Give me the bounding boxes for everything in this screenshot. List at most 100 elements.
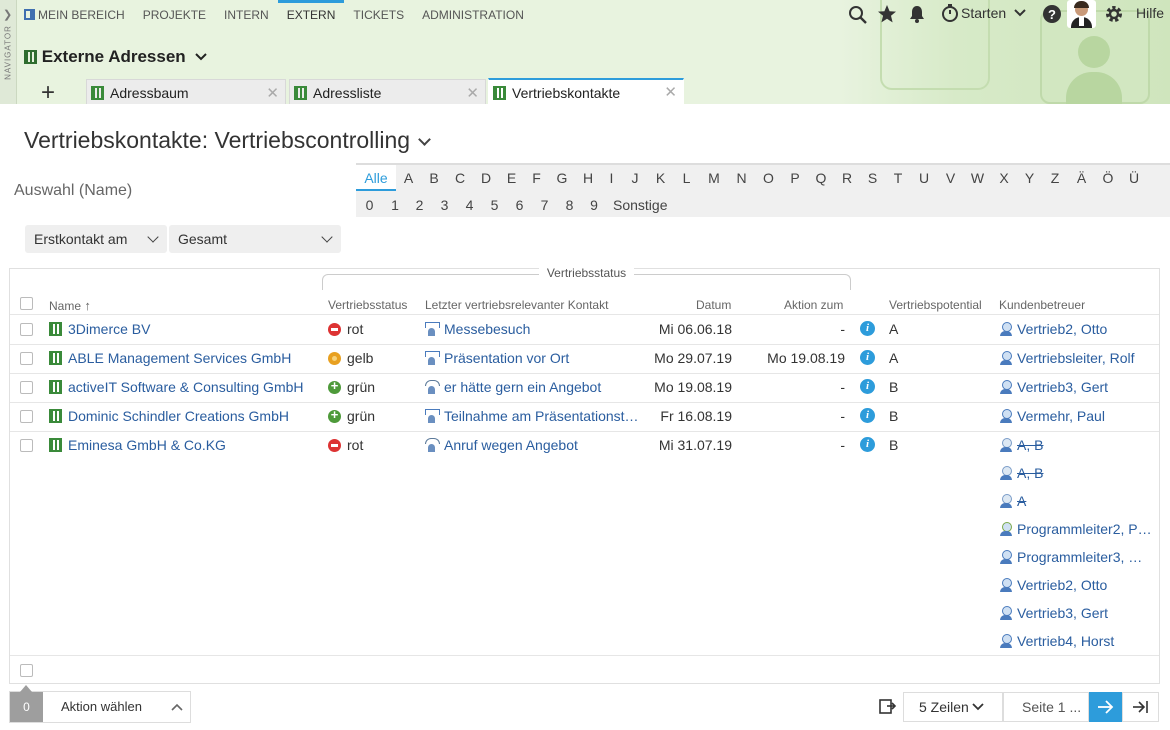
last-contact-cell[interactable]: Messebesuch <box>425 321 637 337</box>
account-manager-cell[interactable]: Vertrieb4, Horst <box>999 633 1151 649</box>
help-icon[interactable]: ? <box>1042 4 1062 24</box>
alphabet-filter-digit[interactable]: 5 <box>482 192 507 218</box>
next-page-button[interactable] <box>1089 692 1122 722</box>
alphabet-filter-letter[interactable]: Q <box>808 165 834 191</box>
alphabet-filter-digit[interactable]: 6 <box>507 192 532 218</box>
account-manager-cell[interactable]: Vertrieb3, Gert <box>999 379 1151 395</box>
last-contact-link[interactable]: Teilnahme am Präsentationst… <box>444 408 637 424</box>
workspace-title[interactable]: Externe Adressen <box>24 47 208 67</box>
alphabet-filter-letter[interactable]: G <box>549 165 575 191</box>
alphabet-filter-letter[interactable]: D <box>473 165 499 191</box>
alphabet-filter-letter[interactable]: Z <box>1042 165 1068 191</box>
account-manager-link[interactable]: Vertriebsleiter, Rolf <box>1017 350 1135 366</box>
last-contact-cell[interactable]: er hätte gern ein Angebot <box>425 379 637 395</box>
info-icon[interactable]: i <box>860 379 875 394</box>
company-name-link[interactable]: Dominic Schindler Creations GmbH <box>68 408 289 424</box>
column-header-kontakt[interactable]: Letzter vertriebsrelevanter Kontakt <box>425 298 608 312</box>
column-header-betreuer[interactable]: Kundenbetreuer <box>999 298 1085 312</box>
alphabet-filter-letter[interactable]: O <box>755 165 782 191</box>
row-checkbox[interactable] <box>20 381 33 394</box>
alphabet-filter-digit[interactable]: 9 <box>582 192 606 218</box>
alphabet-filter-digit[interactable]: 7 <box>532 192 557 218</box>
alphabet-filter-digit[interactable]: 1 <box>383 192 407 218</box>
star-icon[interactable] <box>877 4 897 24</box>
info-icon[interactable]: i <box>860 408 875 423</box>
info-icon[interactable]: i <box>860 321 875 336</box>
alphabet-filter-letter[interactable]: S <box>860 165 885 191</box>
start-timer-button[interactable]: Starten <box>961 5 1006 21</box>
alphabet-filter-letter[interactable]: Ö <box>1095 165 1121 191</box>
last-contact-cell[interactable]: Anruf wegen Angebot <box>425 437 637 453</box>
account-manager-cell[interactable]: A, B <box>999 437 1151 453</box>
search-icon[interactable] <box>848 5 868 25</box>
alphabet-filter-letter[interactable]: L <box>673 165 700 191</box>
column-header-datum[interactable]: Datum <box>696 298 731 312</box>
account-manager-cell[interactable]: Programmleiter3, … <box>999 549 1151 565</box>
row-checkbox[interactable] <box>20 439 33 452</box>
column-header-aktion[interactable]: Aktion zum <box>784 298 843 312</box>
alphabet-filter-digit[interactable]: 4 <box>457 192 482 218</box>
nav-mein-bereich[interactable]: MEIN BEREICH <box>24 0 134 30</box>
tab-adressliste[interactable]: Adressliste ✕ <box>289 79 486 104</box>
company-name-link[interactable]: ABLE Management Services GmbH <box>68 350 291 366</box>
alphabet-filter-digit[interactable]: 3 <box>432 192 457 218</box>
close-icon[interactable]: ✕ <box>466 80 479 107</box>
alphabet-filter-digit[interactable]: 0 <box>356 192 383 218</box>
company-name-cell[interactable]: activeIT Software & Consulting GmbH <box>49 379 319 395</box>
company-name-link[interactable]: 3Dimerce BV <box>68 321 150 337</box>
alphabet-filter-all[interactable]: Alle <box>356 165 396 191</box>
company-name-cell[interactable]: ABLE Management Services GmbH <box>49 350 319 366</box>
company-name-cell[interactable]: Dominic Schindler Creations GmbH <box>49 408 319 424</box>
account-manager-cell[interactable]: A, B <box>999 465 1151 481</box>
date-field-select[interactable]: Erstkontakt am <box>25 225 167 253</box>
rows-per-page-select[interactable]: 5 Zeilen <box>903 692 1003 722</box>
date-range-select[interactable]: Gesamt <box>169 225 341 253</box>
alphabet-filter-letter[interactable]: H <box>575 165 601 191</box>
stopwatch-icon[interactable] <box>940 3 960 23</box>
alphabet-filter-letter[interactable]: I <box>601 165 622 191</box>
alphabet-filter-letter[interactable]: Ä <box>1068 165 1095 191</box>
alphabet-filter-letter[interactable]: Ü <box>1121 165 1147 191</box>
account-manager-link[interactable]: A <box>1017 493 1026 509</box>
footer-checkbox[interactable] <box>20 664 33 677</box>
gear-icon[interactable] <box>1104 4 1124 24</box>
export-icon[interactable] <box>878 697 898 715</box>
chevron-down-icon[interactable] <box>1013 8 1027 18</box>
alphabet-filter-letter[interactable]: Y <box>1017 165 1042 191</box>
last-contact-link[interactable]: er hätte gern ein Angebot <box>444 379 601 395</box>
company-name-cell[interactable]: 3Dimerce BV <box>49 321 319 337</box>
row-checkbox[interactable] <box>20 323 33 336</box>
account-manager-cell[interactable]: Vertrieb2, Otto <box>999 321 1151 337</box>
last-contact-cell[interactable]: Präsentation vor Ort <box>425 350 637 366</box>
row-checkbox[interactable] <box>20 352 33 365</box>
last-contact-link[interactable]: Anruf wegen Angebot <box>444 437 578 453</box>
account-manager-cell[interactable]: Vertrieb3, Gert <box>999 605 1151 621</box>
last-contact-link[interactable]: Präsentation vor Ort <box>444 350 569 366</box>
tab-vertriebskontakte[interactable]: Vertriebskontakte ✕ <box>488 78 684 104</box>
close-icon[interactable]: ✕ <box>266 80 279 107</box>
last-page-button[interactable] <box>1122 692 1159 722</box>
alphabet-filter-letter[interactable]: B <box>421 165 447 191</box>
last-contact-link[interactable]: Messebesuch <box>444 321 530 337</box>
company-name-cell[interactable]: Eminesa GmbH & Co.KG <box>49 437 319 453</box>
account-manager-link[interactable]: Vertrieb3, Gert <box>1017 605 1108 621</box>
alphabet-filter-letter[interactable]: R <box>834 165 860 191</box>
alphabet-filter-digit[interactable]: 2 <box>407 192 432 218</box>
last-contact-cell[interactable]: Teilnahme am Präsentationst… <box>425 408 637 424</box>
select-all-checkbox[interactable] <box>20 297 33 310</box>
column-header-potential[interactable]: Vertriebspotential <box>889 298 982 312</box>
account-manager-link[interactable]: A, B <box>1017 437 1043 453</box>
account-manager-link[interactable]: Vertrieb2, Otto <box>1017 577 1107 593</box>
alphabet-filter-letter[interactable]: J <box>622 165 648 191</box>
account-manager-link[interactable]: Vertrieb3, Gert <box>1017 379 1108 395</box>
alphabet-filter-letter[interactable]: F <box>524 165 549 191</box>
column-header-status[interactable]: Vertriebsstatus <box>328 298 407 312</box>
account-manager-cell[interactable]: Vertriebsleiter, Rolf <box>999 350 1151 366</box>
nav-intern[interactable]: INTERN <box>215 0 278 30</box>
alphabet-filter-letter[interactable]: X <box>991 165 1017 191</box>
account-manager-link[interactable]: Programmleiter2, P… <box>1017 521 1151 537</box>
alphabet-filter-letter[interactable]: V <box>937 165 964 191</box>
alphabet-filter-letter[interactable]: M <box>700 165 728 191</box>
nav-tickets[interactable]: TICKETS <box>344 0 413 30</box>
alphabet-filter-letter[interactable]: C <box>447 165 473 191</box>
